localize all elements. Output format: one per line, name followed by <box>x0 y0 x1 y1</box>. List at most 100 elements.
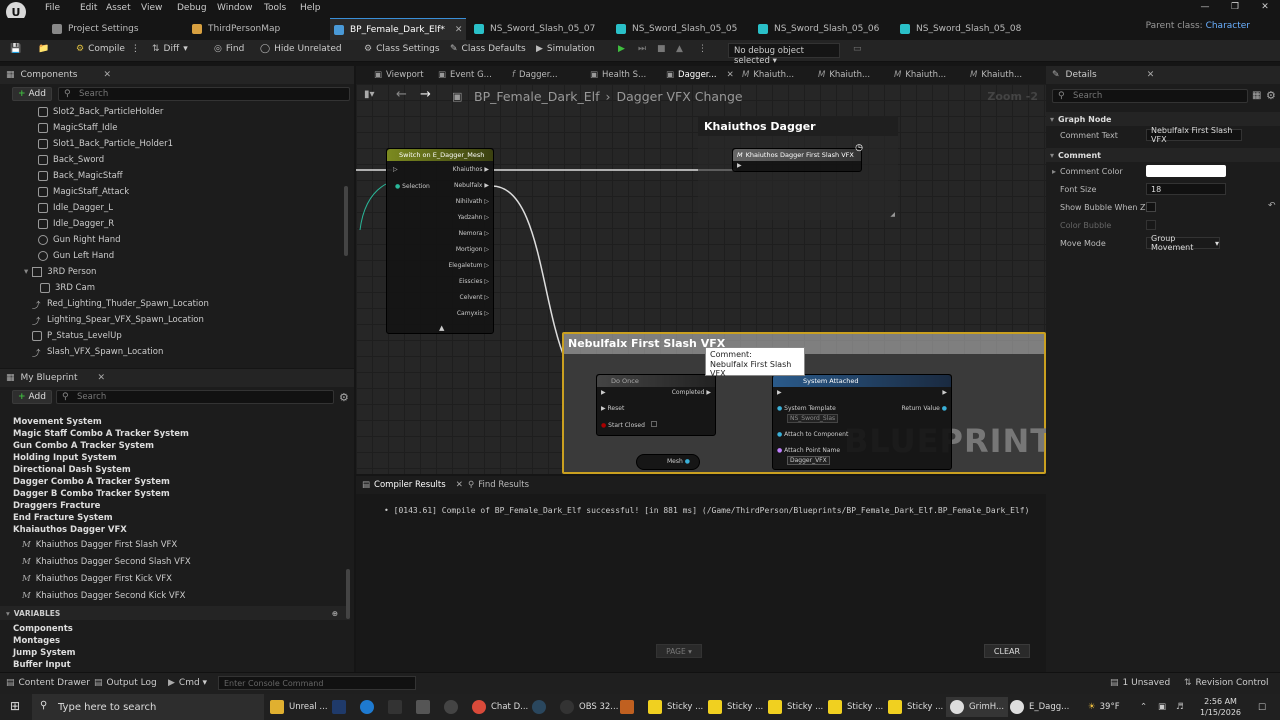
gear-icon[interactable]: ⚙ <box>1266 89 1276 102</box>
parent-class-link[interactable]: Character <box>1206 21 1250 31</box>
attach-component-pin[interactable]: ● Attach to Component <box>777 431 848 438</box>
macro-node-khaiuthos[interactable]: M Khaiuthos Dagger First Slash VFX ▶ ◷ <box>732 143 863 172</box>
tree-item[interactable]: Idle_Dagger_L <box>38 200 209 216</box>
tab-khaiuth-2[interactable]: M Khaiuth... <box>818 66 870 84</box>
close-tab-icon[interactable]: ✕ <box>456 480 463 490</box>
tab-khaiuth-1[interactable]: M Khaiuth... <box>742 66 794 84</box>
tree-item[interactable]: ▾ 3RD Person <box>24 264 209 280</box>
tree-item[interactable]: Idle_Dagger_R <box>38 216 209 232</box>
out-pin[interactable]: Camyxis ▷ <box>457 310 489 317</box>
page-button[interactable]: PAGE ▾ <box>656 644 702 658</box>
out-pin[interactable]: Eisscies ▷ <box>459 278 489 285</box>
graph-item[interactable]: Movement System <box>13 416 189 428</box>
gear-icon[interactable]: ⚙ <box>339 391 349 404</box>
graph-item[interactable]: Draggers Fracture <box>13 500 189 512</box>
eject-icon[interactable]: ▲ <box>676 44 683 54</box>
switch-node[interactable]: Switch on E_Dagger_Mesh ▷ ● Selection Kh… <box>386 148 494 334</box>
tree-item[interactable]: ⤴ Slash_VFX_Spawn_Location <box>32 344 209 360</box>
out-pin[interactable]: Nihilvath ▷ <box>456 198 489 205</box>
taskbar-app-unreal[interactable]: Unreal ... <box>270 697 328 717</box>
minimize-icon[interactable]: — <box>1190 2 1220 12</box>
tab-find-results[interactable]: ⚲ Find Results <box>468 476 529 494</box>
function-item[interactable]: M Khaiuthos Dagger Second Slash VFX <box>22 553 191 570</box>
taskbar-app-obs[interactable]: OBS 32... <box>560 697 618 717</box>
class-defaults-button[interactable]: ✎ Class Defaults <box>450 44 526 54</box>
network-icon[interactable]: ▣ <box>1158 697 1166 717</box>
unsaved-indicator[interactable]: ▤ 1 Unsaved <box>1110 678 1170 688</box>
function-item[interactable]: M Khaiuthos Dagger First Kick VFX <box>22 570 191 587</box>
debug-options-icon[interactable]: ▭ <box>853 44 862 54</box>
taskbar-app-edagg[interactable]: E_Dagg... <box>1010 697 1069 717</box>
tree-item[interactable]: Gun Right Hand <box>38 232 209 248</box>
variable-category[interactable]: Montages <box>13 635 76 647</box>
function-item[interactable]: M Khaiuthos Dagger Second Kick VFX <box>22 587 191 604</box>
add-variable-icon[interactable]: ⊕ <box>332 609 338 618</box>
menu-edit[interactable]: Edit <box>80 3 97 13</box>
move-mode-select[interactable]: Group Movement ▾ <box>1146 234 1220 252</box>
comment-section[interactable]: ▾ Comment <box>1046 148 1280 162</box>
find-button[interactable]: ◎ Find <box>214 44 244 54</box>
output-log-button[interactable]: ▤ Output Log <box>94 678 157 688</box>
graph-item[interactable]: Dagger B Combo Tracker System <box>13 488 189 500</box>
exec-in-pin[interactable]: ▷ <box>393 166 398 173</box>
components-search-input[interactable]: ⚲ Search <box>58 87 350 101</box>
content-drawer-button[interactable]: ▤ Content Drawer <box>6 678 90 688</box>
exec-out-pin[interactable]: ▶ <box>942 389 947 396</box>
resize-handle-icon[interactable]: ◢ <box>890 211 895 218</box>
collapse-icon[interactable]: ▾ <box>24 267 28 277</box>
completed-pin[interactable]: Completed ▶ <box>672 389 711 396</box>
clock[interactable]: 2:56 AM 1/15/2026 <box>1200 696 1241 718</box>
edge-icon[interactable] <box>360 697 379 717</box>
comment-text-input[interactable]: Nebulfalx First Slash VFX <box>1146 126 1242 144</box>
graph-item[interactable]: Directional Dash System <box>13 464 189 476</box>
tab-bp-female-dark-elf[interactable]: BP_Female_Dark_Elf* ✕ <box>330 18 466 40</box>
close-tab-icon[interactable]: ✕ <box>727 70 734 80</box>
app-icon[interactable] <box>620 697 639 717</box>
save-icon[interactable]: 💾 <box>10 44 21 54</box>
tab-khaiuth-3[interactable]: M Khaiuth... <box>894 66 946 84</box>
graph-item[interactable]: Gun Combo A Tracker System <box>13 440 189 452</box>
out-pin[interactable]: Nebulfalx ▶ <box>454 182 489 189</box>
tray-chevron-icon[interactable]: ⌃ <box>1140 697 1147 717</box>
taskbar-app-chrome[interactable]: Chat D... <box>472 697 528 717</box>
notification-icon[interactable]: □ <box>1258 697 1266 717</box>
tree-item[interactable]: MagicStaff_Idle <box>38 120 209 136</box>
tab-ns-sword-slash-08[interactable]: NS_Sword_Slash_05_08 <box>896 18 1036 40</box>
blueprint-search-input[interactable]: ⚲ Search <box>56 390 334 404</box>
taskbar-app-grimh[interactable]: GrimH... <box>946 697 1009 717</box>
mesh-node[interactable]: Mesh ● <box>636 454 700 470</box>
start-closed-pin[interactable]: ● Start Closed <box>601 421 657 429</box>
tree-item[interactable]: MagicStaff_Attack <box>38 184 209 200</box>
expand-icon[interactable]: ▸ <box>1052 167 1056 176</box>
taskbar-app-sticky[interactable]: Sticky ... <box>648 697 703 717</box>
photoshop-icon[interactable] <box>332 697 351 717</box>
weather[interactable]: ☀ 39°F <box>1088 697 1120 717</box>
taskbar-app-sticky[interactable]: Sticky ... <box>828 697 883 717</box>
tree-item[interactable]: P_Status_LevelUp <box>32 328 209 344</box>
variable-category[interactable]: Jump System <box>13 647 76 659</box>
menu-view[interactable]: View <box>141 3 162 13</box>
epic-icon[interactable] <box>388 697 407 717</box>
graph-item[interactable]: Holding Input System <box>13 452 189 464</box>
variables-section-header[interactable]: ▾ VARIABLES ⊕ <box>0 606 350 620</box>
tab-ns-sword-slash-07[interactable]: NS_Sword_Slash_05_07 <box>470 18 610 40</box>
tab-khaiuth-4[interactable]: M Khaiuth... <box>970 66 1022 84</box>
stop-icon[interactable]: ■ <box>657 44 666 54</box>
steam-icon[interactable] <box>532 697 551 717</box>
simulation-button[interactable]: ▶ Simulation <box>536 44 595 54</box>
tab-health[interactable]: ▣ Health S... <box>590 66 646 84</box>
collapse-node-icon[interactable]: ▲ <box>439 324 444 332</box>
revision-control-button[interactable]: ⇅ Revision Control <box>1184 678 1269 688</box>
tab-ns-sword-slash-06[interactable]: NS_Sword_Slash_05_06 <box>754 18 894 40</box>
hide-unrelated-button[interactable]: ◯ Hide Unrelated <box>260 44 342 54</box>
taskbar-app-sticky[interactable]: Sticky ... <box>708 697 763 717</box>
out-pin[interactable]: Nemora ▷ <box>459 230 489 237</box>
console-input[interactable]: Enter Console Command <box>218 676 416 690</box>
maximize-icon[interactable]: ❐ <box>1220 2 1250 12</box>
reset-icon[interactable]: ↶ <box>1268 201 1276 211</box>
compile-button[interactable]: ⚙ Compile ⋮ <box>76 44 140 54</box>
class-settings-button[interactable]: ⚙ Class Settings <box>364 44 440 54</box>
graph-editor[interactable]: ▮▾ ← → ▣ BP_Female_Dark_Elf › Dagger VFX C… <box>356 84 1046 474</box>
out-pin[interactable]: Mortigon ▷ <box>456 246 489 253</box>
tree-item[interactable]: ⤴ Red_Lighting_Thuder_Spawn_Location <box>32 296 209 312</box>
